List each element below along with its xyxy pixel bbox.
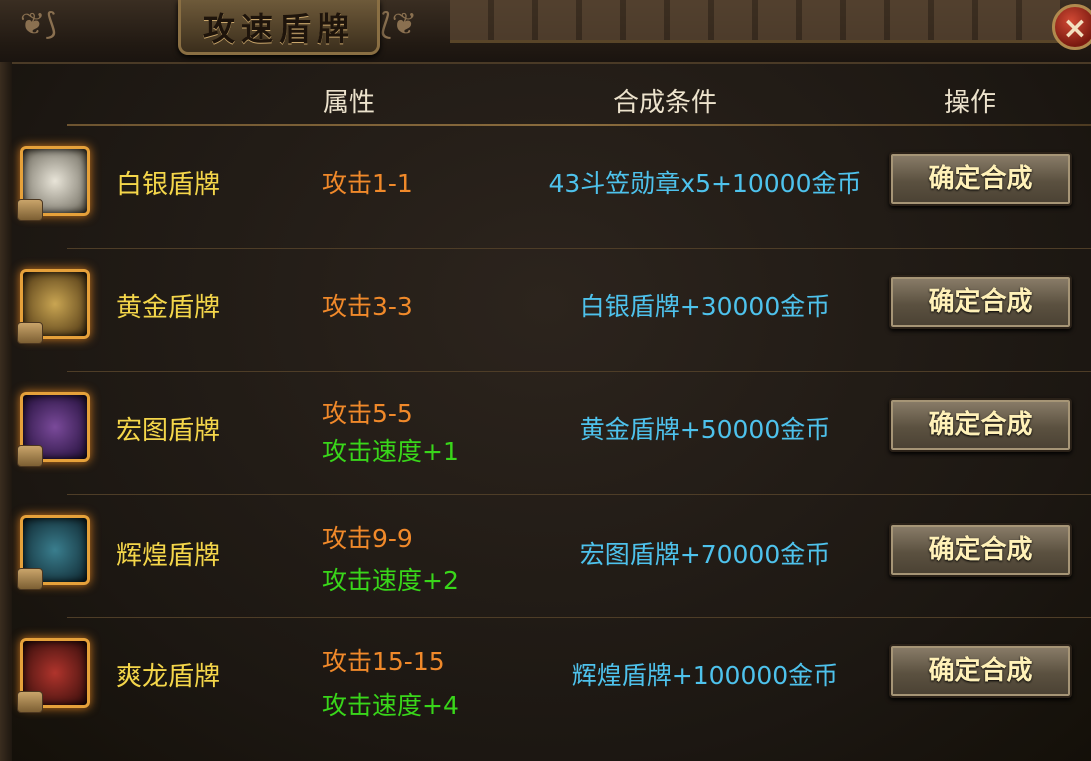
item-name: 宏图盾牌 — [116, 416, 221, 446]
item-name: 爽龙盾牌 — [116, 662, 221, 692]
item-attack: 攻击1-1 — [322, 169, 413, 198]
item-attack-speed: 攻击速度+4 — [322, 691, 459, 720]
item-name: 黄金盾牌 — [116, 293, 221, 323]
confirm-synthesis-button[interactable]: 确定合成 — [889, 152, 1072, 206]
item-name: 辉煌盾牌 — [116, 541, 221, 571]
flourish-left-icon: ❦⟆ — [20, 7, 57, 42]
confirm-synthesis-button[interactable]: 确定合成 — [889, 398, 1072, 452]
header-condition: 合成条件 — [613, 88, 718, 118]
gold-shield-icon[interactable] — [17, 269, 90, 344]
lock-icon — [17, 199, 43, 221]
item-condition: 宏图盾牌+70000金币 — [579, 540, 831, 569]
item-attack: 攻击9-9 — [322, 524, 413, 553]
header-operation: 操作 — [944, 88, 997, 118]
item-condition: 黄金盾牌+50000金币 — [579, 415, 831, 444]
title-plate: 攻速盾牌 — [178, 0, 380, 55]
item-attack: 攻击3-3 — [322, 292, 413, 321]
hongtu-shield-icon[interactable] — [17, 392, 90, 467]
confirm-synthesis-button[interactable]: 确定合成 — [889, 644, 1072, 698]
shuanglong-shield-icon[interactable] — [17, 638, 90, 713]
item-attack: 攻击5-5 — [322, 399, 413, 428]
window-title: 攻速盾牌 — [202, 10, 355, 48]
item-condition: 43斗笠勋章x5+10000金币 — [548, 169, 862, 198]
huihuang-shield-icon[interactable] — [17, 515, 90, 590]
table-row: 辉煌盾牌 攻击9-9 攻击速度+2 宏图盾牌+70000金币 确定合成 — [0, 495, 1091, 618]
item-attack-speed: 攻击速度+2 — [322, 566, 459, 595]
table-row: 爽龙盾牌 攻击15-15 攻击速度+4 辉煌盾牌+100000金币 确定合成 — [0, 618, 1091, 741]
lock-icon — [17, 691, 43, 713]
header-attribute: 属性 — [323, 88, 376, 118]
table-row: 白银盾牌 攻击1-1 43斗笠勋章x5+10000金币 确定合成 — [0, 126, 1091, 249]
confirm-synthesis-button[interactable]: 确定合成 — [889, 275, 1072, 329]
item-condition: 辉煌盾牌+100000金币 — [571, 661, 839, 690]
confirm-synthesis-button[interactable]: 确定合成 — [889, 523, 1072, 577]
item-name: 白银盾牌 — [116, 170, 221, 200]
lock-icon — [17, 322, 43, 344]
synthesis-panel: ❦⟆ ⟅❦ 攻速盾牌 × 属性 合成条件 操作 白银盾牌 攻击1-1 43斗笠勋… — [0, 0, 1091, 761]
flourish-right-icon: ⟅❦ — [380, 7, 417, 42]
item-attack: 攻击15-15 — [322, 647, 445, 676]
item-attack-speed: 攻击速度+1 — [322, 437, 459, 466]
lock-icon — [17, 445, 43, 467]
close-button[interactable]: × — [1052, 4, 1091, 50]
lock-icon — [17, 568, 43, 590]
title-bar-decoration — [450, 0, 1060, 43]
table-row: 黄金盾牌 攻击3-3 白银盾牌+30000金币 确定合成 — [0, 249, 1091, 372]
silver-shield-icon[interactable] — [17, 146, 90, 221]
item-condition: 白银盾牌+30000金币 — [579, 292, 831, 321]
table-row: 宏图盾牌 攻击5-5 攻击速度+1 黄金盾牌+50000金币 确定合成 — [0, 372, 1091, 495]
